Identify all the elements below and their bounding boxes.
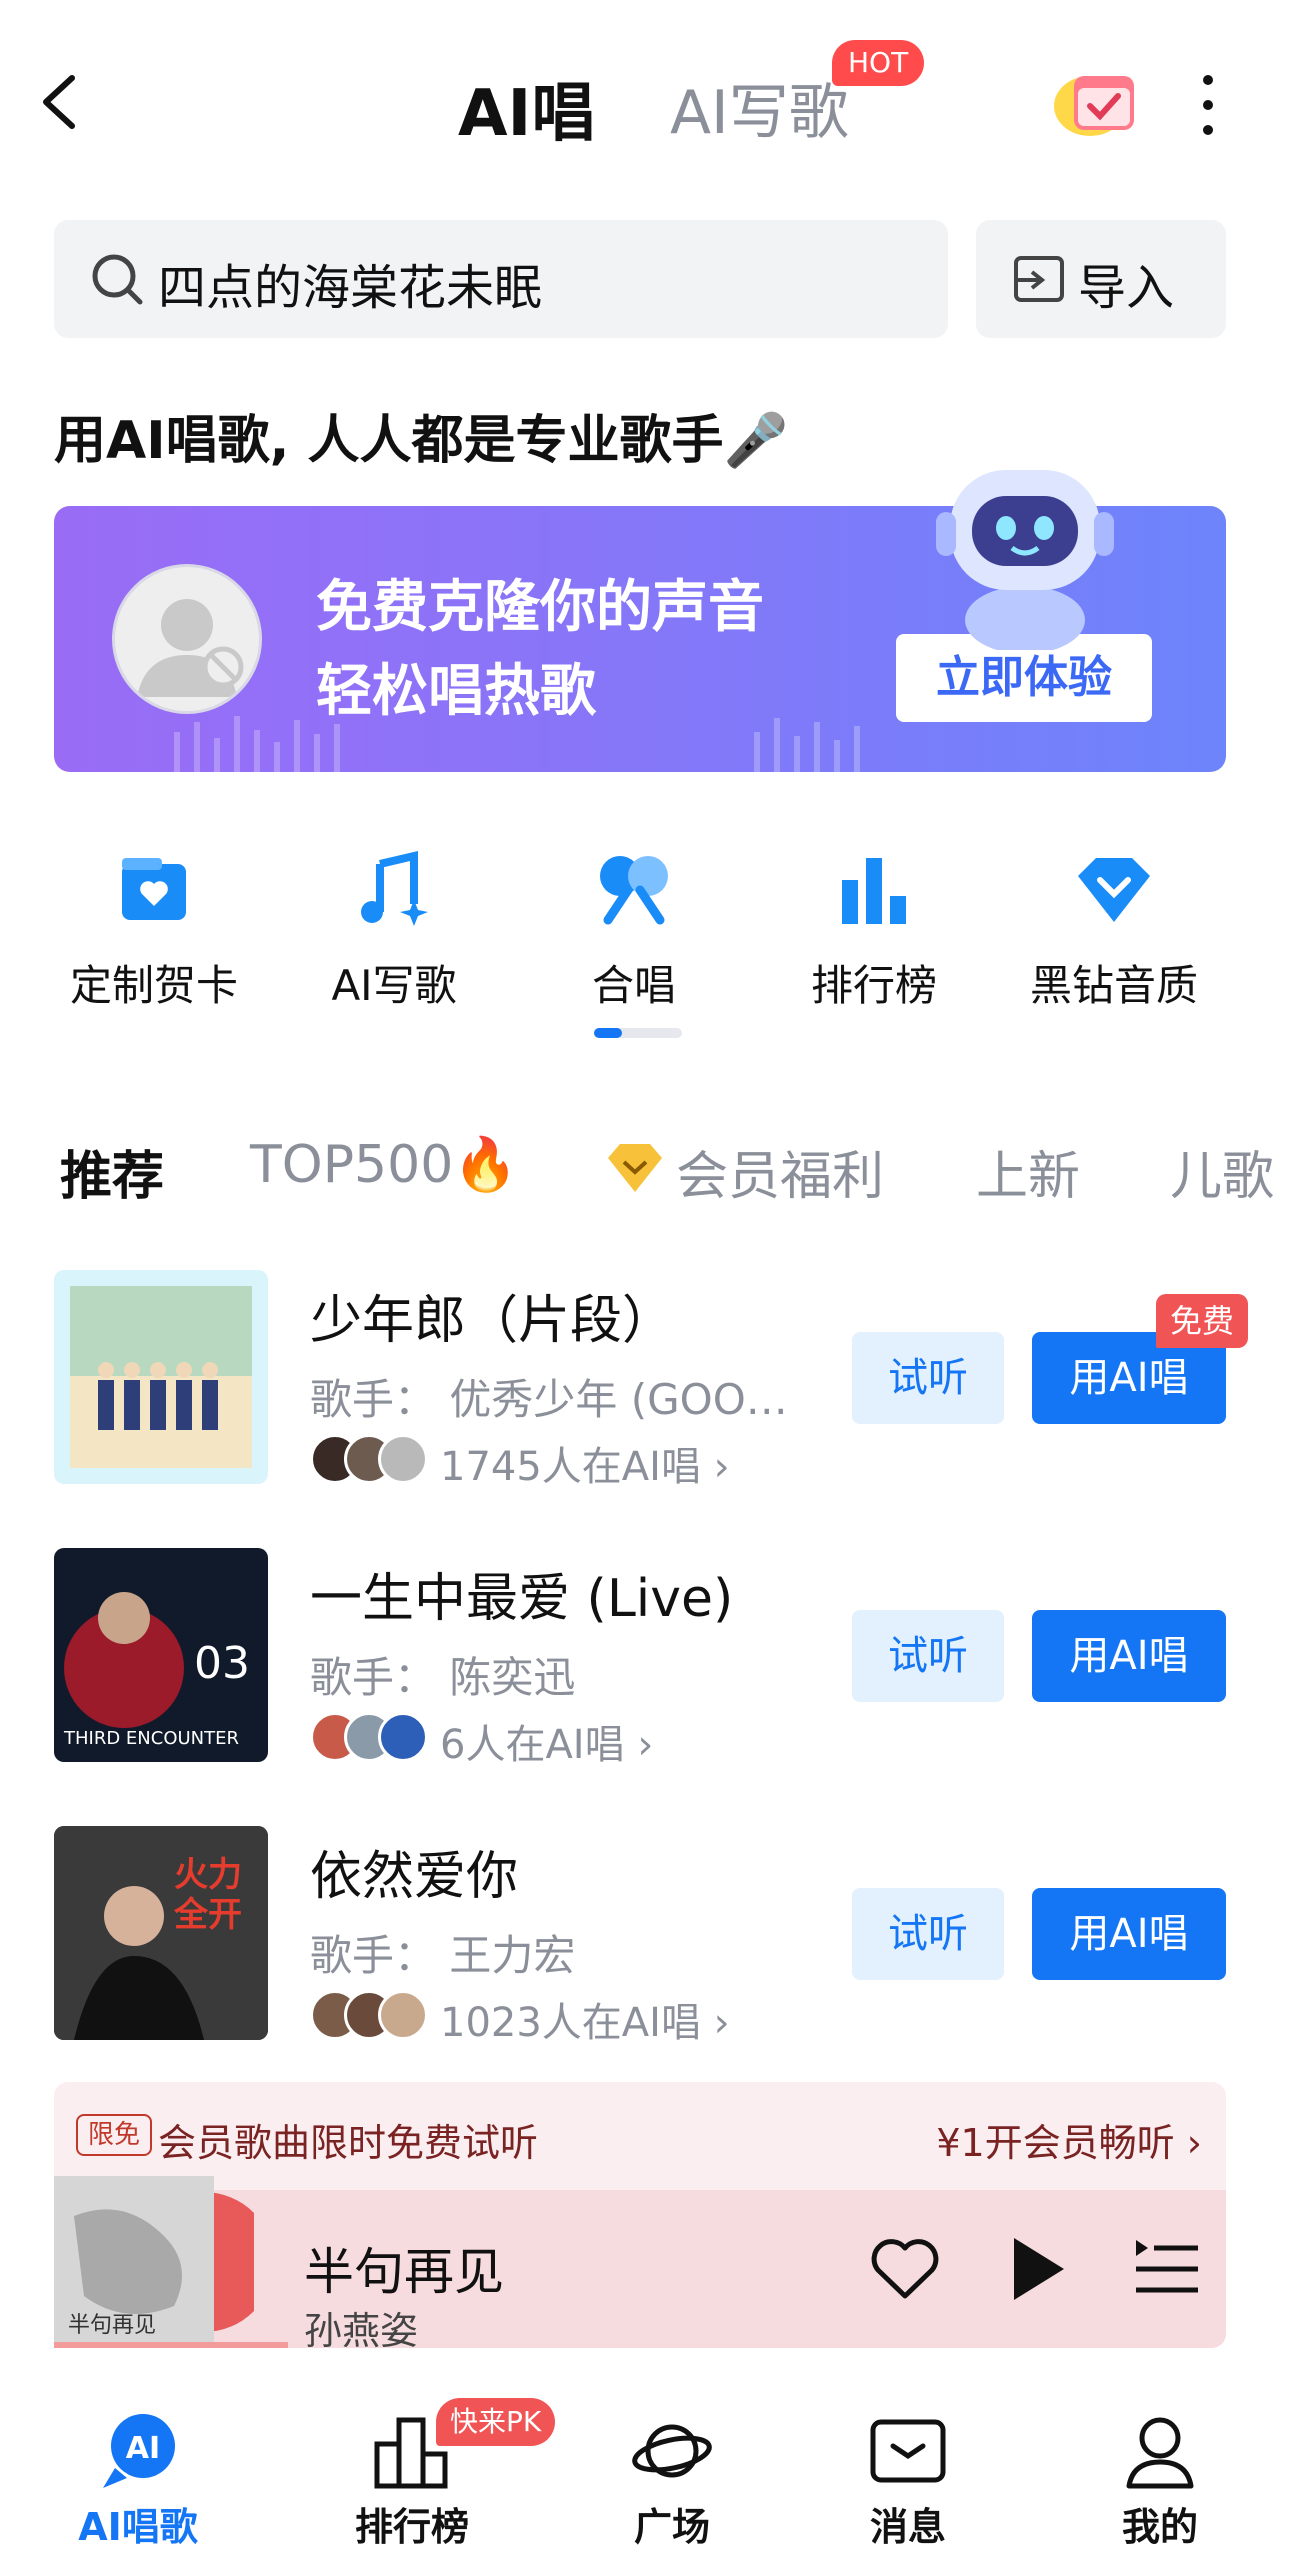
search-bar[interactable]: 四点的海棠花未眠: [54, 220, 948, 338]
category-vip-benefits[interactable]: 会员福利: [676, 1134, 884, 1209]
svg-text:THIRD ENCOUNTER: THIRD ENCOUNTER: [63, 1728, 239, 1749]
back-arrow-icon[interactable]: [36, 70, 84, 134]
feature-shortcuts: 定制贺卡 AI写歌 合唱 排行榜 黑钻音质: [0, 850, 1290, 1050]
avatar: [378, 1712, 428, 1762]
playlist-icon[interactable]: [1134, 2240, 1200, 2298]
tagline: 用AI唱歌, 人人都是专业歌手🎤: [54, 411, 789, 471]
song-artist: 歌手： 王力宏: [310, 1931, 576, 1980]
album-cover: 火力 全开: [54, 1826, 268, 2040]
song-row[interactable]: 03 THIRD ENCOUNTER 一生中最爱 (Live) 歌手： 陈奕迅 …: [0, 1548, 1290, 1768]
tab-ai-write-song[interactable]: AI写歌: [670, 64, 849, 151]
more-options-icon[interactable]: [1196, 70, 1220, 140]
now-playing-cover: 半句再见: [54, 2176, 254, 2348]
pk-badge: 快来PK: [436, 2398, 556, 2446]
singer-avatars: [310, 1434, 428, 1484]
bottom-navigation: AI AI唱歌 排行榜 广场 消息 我的: [0, 2380, 1290, 2558]
favorite-heart-icon[interactable]: [870, 2238, 940, 2300]
preview-button[interactable]: 试听: [852, 1888, 1004, 1980]
ai-sing-icon: AI: [103, 2414, 175, 2488]
svg-text:03: 03: [194, 1638, 250, 1689]
vip-diamond-icon: [608, 1144, 662, 1192]
sing-with-ai-button[interactable]: 用AI唱: [1032, 1888, 1226, 1980]
song-artist: 歌手： 优秀少年 (GOO…: [310, 1375, 788, 1424]
svg-text:火力: 火力: [174, 1855, 242, 1895]
play-icon[interactable]: [1008, 2234, 1068, 2304]
profile-icon: [1126, 2417, 1194, 2489]
singer-avatars: [310, 1712, 428, 1762]
now-playing-artist: 孙燕姿: [304, 2309, 419, 2353]
nav-ai-sing[interactable]: AI AI唱歌: [38, 2410, 238, 2551]
import-icon: [1014, 256, 1064, 302]
search-query: 四点的海棠花未眠: [158, 260, 543, 316]
preview-button[interactable]: 试听: [852, 1332, 1004, 1424]
feature-scroll-indicator: [594, 1028, 682, 1038]
avatar: [378, 1990, 428, 2040]
avatar: [378, 1434, 428, 1484]
song-title: 少年郎（片段）: [310, 1291, 675, 1351]
sing-with-ai-button[interactable]: 用AI唱: [1032, 1610, 1226, 1702]
now-playing-title: 半句再见: [304, 2243, 504, 2301]
tab-ai-sing[interactable]: AI唱: [458, 62, 595, 154]
robot-mascot-icon: [936, 470, 1114, 650]
feature-ranking[interactable]: 排行榜: [754, 850, 994, 1013]
singer-count[interactable]: 6人在AI唱 ›: [440, 1712, 653, 1770]
nav-square[interactable]: 广场: [572, 2410, 772, 2551]
hot-badge: HOT: [832, 40, 925, 86]
banner-subtitle: 轻松唱热歌: [316, 659, 596, 724]
bar-chart-icon: [842, 858, 906, 924]
mini-player[interactable]: 半句再见 半句再见 孙燕姿: [54, 2176, 1226, 2353]
feature-black-diamond-quality[interactable]: 黑钻音质: [994, 850, 1234, 1013]
svg-text:AI: AI: [126, 2431, 160, 2466]
checkin-calendar-icon[interactable]: [1050, 66, 1140, 138]
category-recommend[interactable]: 推荐: [60, 1134, 164, 1209]
song-title: 一生中最爱 (Live): [310, 1569, 734, 1629]
feature-custom-card[interactable]: 定制贺卡: [34, 850, 274, 1013]
album-cover: [54, 1270, 268, 1484]
svg-text:全开: 全开: [173, 1895, 242, 1935]
song-row[interactable]: 少年郎（片段） 歌手： 优秀少年 (GOO… 1745人在AI唱 › 试听 用A…: [0, 1270, 1290, 1490]
singer-count[interactable]: 1745人在AI唱 ›: [440, 1434, 730, 1492]
free-badge: 免费: [1156, 1294, 1249, 1348]
planet-icon: [632, 2424, 712, 2478]
singer-count[interactable]: 1023人在AI唱 ›: [440, 1990, 730, 2048]
song-artist: 歌手： 陈奕迅: [310, 1653, 576, 1702]
feature-chorus[interactable]: 合唱: [514, 850, 754, 1013]
category-top500[interactable]: TOP500🔥: [250, 1134, 518, 1195]
banner-title: 免费克隆你的声音: [316, 575, 764, 640]
import-label: 导入: [1078, 260, 1175, 316]
playback-progress: [54, 2342, 289, 2348]
album-cover: 03 THIRD ENCOUNTER: [54, 1548, 268, 1762]
default-avatar: [112, 564, 262, 714]
nav-messages[interactable]: 消息: [808, 2410, 1008, 2551]
promo-message: 会员歌曲限时免费试听: [158, 2121, 539, 2165]
open-vip-link[interactable]: ¥1开会员畅听 ›: [936, 2112, 1202, 2167]
song-row[interactable]: 火力 全开 依然爱你 歌手： 王力宏 1023人在AI唱 › 试听 用AI唱: [0, 1826, 1290, 2046]
feature-ai-write-song[interactable]: AI写歌: [274, 850, 514, 1013]
nav-profile[interactable]: 我的: [1060, 2410, 1260, 2551]
music-note-icon: [361, 850, 428, 926]
search-icon: [92, 254, 143, 305]
song-title: 依然爱你: [310, 1847, 519, 1907]
chorus-icon: [600, 856, 668, 925]
category-kids[interactable]: 儿歌: [1170, 1134, 1274, 1209]
diamond-icon: [1078, 858, 1150, 922]
singer-avatars: [310, 1990, 428, 2040]
card-icon: [122, 858, 186, 920]
category-new[interactable]: 上新: [976, 1134, 1080, 1209]
person-placeholder-icon: [137, 599, 244, 697]
limited-free-tag: 限免: [76, 2114, 153, 2156]
message-icon: [870, 2419, 946, 2483]
svg-text:半句再见: 半句再见: [68, 2313, 156, 2338]
top-bar: AI唱 AI写歌 HOT: [0, 0, 1290, 200]
import-button[interactable]: 导入: [976, 220, 1226, 338]
preview-button[interactable]: 试听: [852, 1610, 1004, 1702]
